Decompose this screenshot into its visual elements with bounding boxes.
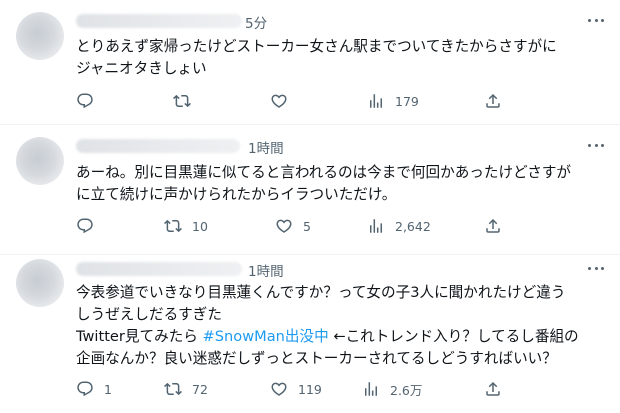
share-upload-icon: [484, 92, 502, 110]
tweet-text-line: Twitter見てみたら #SnowMan出没中 ←これトレンド入り？してるし番…: [76, 326, 606, 348]
speech-bubble-icon: [76, 380, 94, 398]
retweet-arrows-icon: [164, 217, 182, 235]
tweet-text-segment: ←これトレンド入り？してるし番組の: [328, 328, 579, 345]
like-button[interactable]: 5: [275, 215, 311, 237]
speech-bubble-icon: [76, 92, 94, 110]
like-button[interactable]: 119: [270, 378, 322, 400]
tweet-text-line: あーね。別に目黒蓮に似てると言われるのは今まで何回かあったけどさすが: [76, 164, 572, 181]
heart-icon: [275, 217, 293, 235]
views-button[interactable]: 179: [367, 90, 419, 112]
tweet-actions: 179: [76, 90, 516, 112]
more-dots-icon[interactable]: [586, 258, 606, 278]
hashtag-link[interactable]: #SnowMan出没中: [203, 328, 329, 345]
author-name-blurred[interactable]: [76, 139, 240, 153]
retweet-button[interactable]: [173, 90, 201, 112]
tweet-feed: 5分 とりあえず家帰ったけどストーカー女さん駅までついてきたからさすがに ジャニ…: [0, 0, 620, 413]
share-upload-icon: [484, 380, 502, 398]
view-count: 2,642: [395, 218, 431, 234]
tweet-text-line: 今表参道でいきなり目黒蓮くんですか？って女の子3人に聞かれたけど違う: [76, 284, 566, 301]
retweet-button[interactable]: 10: [164, 215, 208, 237]
tweet-timestamp[interactable]: 5分: [245, 12, 267, 32]
retweet-arrows-icon: [173, 92, 191, 110]
reply-count: 1: [104, 381, 112, 397]
tweet-timestamp[interactable]: 1時間: [248, 260, 284, 280]
more-dots-icon[interactable]: [586, 135, 606, 155]
tweet-actions: 1 72 119 2.6万: [76, 378, 516, 400]
bar-chart-icon: [362, 380, 380, 398]
views-button[interactable]: 2,642: [367, 215, 431, 237]
author-name-blurred[interactable]: [76, 14, 242, 28]
retweet-count: 10: [192, 218, 208, 234]
share-button[interactable]: [484, 378, 502, 400]
tweet-text-line: ジャニオタきしょい: [76, 60, 207, 77]
avatar[interactable]: [16, 137, 64, 185]
share-button[interactable]: [484, 90, 502, 112]
heart-icon: [270, 92, 288, 110]
bar-chart-icon: [367, 92, 385, 110]
avatar[interactable]: [16, 259, 64, 307]
retweet-arrows-icon: [164, 380, 182, 398]
tweet-text-line: しうぜえしだるすぎた: [76, 306, 222, 323]
like-button[interactable]: [270, 90, 298, 112]
tweet-text-line: 企画なんか？良い迷惑だしずっとストーカーされてるしどうすればいい？: [76, 350, 557, 367]
like-count: 119: [298, 381, 322, 397]
tweet-text: とりあえず家帰ったけどストーカー女さん駅までついてきたからさすがに ジャニオタき…: [76, 36, 606, 80]
tweet-actions: 10 5 2,642: [76, 215, 516, 237]
bar-chart-icon: [367, 217, 385, 235]
heart-icon: [270, 380, 288, 398]
retweet-count: 72: [192, 381, 208, 397]
author-name-blurred[interactable]: [76, 262, 242, 276]
view-count: 179: [395, 93, 419, 109]
share-upload-icon: [484, 217, 502, 235]
tweet[interactable]: 1時間 あーね。別に目黒蓮に似てると言われるのは今まで何回かあったけどさすが に…: [0, 125, 620, 254]
view-count: 2.6万: [390, 382, 423, 398]
speech-bubble-icon: [76, 217, 94, 235]
like-count: 5: [303, 218, 311, 234]
avatar[interactable]: [16, 12, 64, 60]
more-dots-icon[interactable]: [586, 10, 606, 30]
retweet-button[interactable]: 72: [164, 378, 208, 400]
tweet-text: 今表参道でいきなり目黒蓮くんですか？って女の子3人に聞かれたけど違う しうぜえし…: [76, 282, 606, 370]
tweet[interactable]: 1時間 今表参道でいきなり目黒蓮くんですか？って女の子3人に聞かれたけど違う し…: [0, 255, 620, 413]
tweet[interactable]: 5分 とりあえず家帰ったけどストーカー女さん駅までついてきたからさすがに ジャニ…: [0, 0, 620, 124]
tweet-text-line: とりあえず家帰ったけどストーカー女さん駅までついてきたからさすがに: [76, 38, 557, 55]
tweet-text: あーね。別に目黒蓮に似てると言われるのは今まで何回かあったけどさすが に立て続け…: [76, 162, 606, 206]
reply-button[interactable]: [76, 215, 104, 237]
reply-button[interactable]: 1: [76, 378, 112, 400]
views-button[interactable]: 2.6万: [362, 378, 422, 400]
tweet-text-segment: Twitter見てみたら: [76, 328, 203, 345]
reply-button[interactable]: [76, 90, 104, 112]
tweet-text-line: に立て続けに声かけられたからイラついただけ。: [76, 186, 397, 203]
share-button[interactable]: [484, 215, 502, 237]
tweet-timestamp[interactable]: 1時間: [248, 137, 284, 157]
